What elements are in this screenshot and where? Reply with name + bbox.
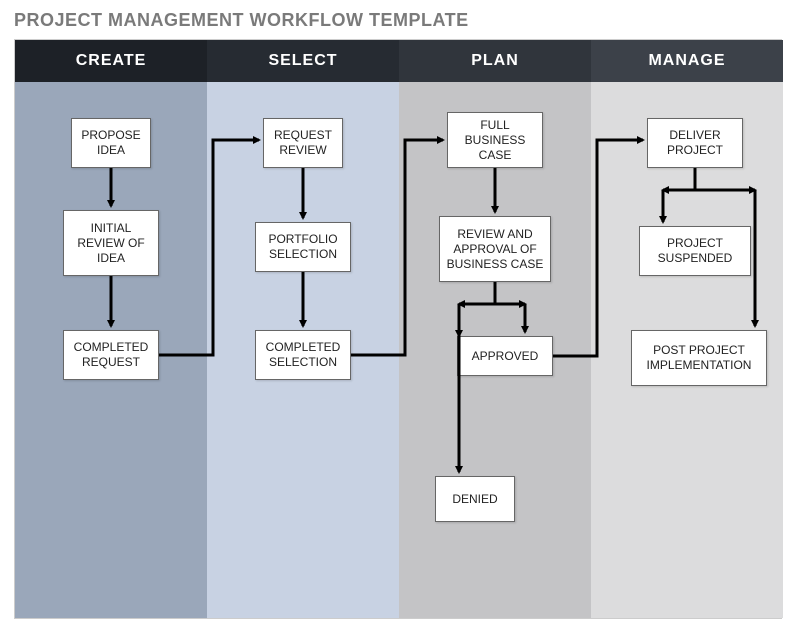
lane-header-select: SELECT: [207, 40, 399, 82]
node-approved: APPROVED: [457, 336, 553, 376]
node-deliver-project: DELIVER PROJECT: [647, 118, 743, 168]
lane-header-plan: PLAN: [399, 40, 591, 82]
node-post-project-impl: POST PROJECT IMPLEMENTATION: [631, 330, 767, 386]
workflow-diagram: CREATE SELECT PLAN MANAGE PROPOSE IDEA I…: [14, 39, 782, 619]
node-portfolio-selection: PORTFOLIO SELECTION: [255, 222, 351, 272]
node-denied: DENIED: [435, 476, 515, 522]
node-completed-selection: COMPLETED SELECTION: [255, 330, 351, 380]
node-completed-request: COMPLETED REQUEST: [63, 330, 159, 380]
node-project-suspended: PROJECT SUSPENDED: [639, 226, 751, 276]
lane-header-create: CREATE: [15, 40, 207, 82]
node-propose-idea: PROPOSE IDEA: [71, 118, 151, 168]
lane-header-manage: MANAGE: [591, 40, 783, 82]
page-title: PROJECT MANAGEMENT WORKFLOW TEMPLATE: [14, 10, 782, 31]
node-full-business-case: FULL BUSINESS CASE: [447, 112, 543, 168]
node-review-approval: REVIEW AND APPROVAL OF BUSINESS CASE: [439, 216, 551, 282]
node-request-review: REQUEST REVIEW: [263, 118, 343, 168]
node-initial-review: INITIAL REVIEW OF IDEA: [63, 210, 159, 276]
